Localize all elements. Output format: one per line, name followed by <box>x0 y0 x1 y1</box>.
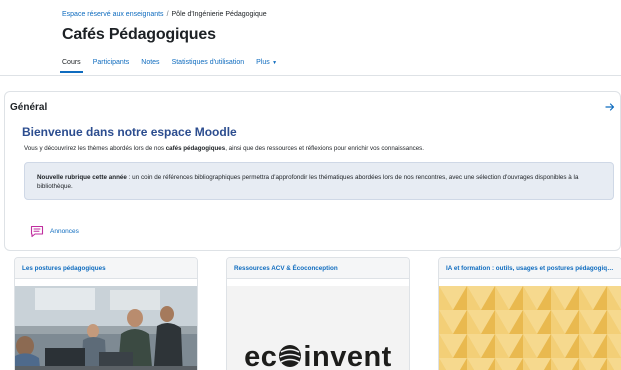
geometric-pattern <box>439 286 621 370</box>
notice-bold: Nouvelle rubrique cette année <box>37 174 127 181</box>
chevron-down-icon: ▼ <box>270 60 278 66</box>
tab-plus[interactable]: Plus ▼ <box>256 57 277 73</box>
forum-icon <box>30 225 44 238</box>
tabs-divider <box>0 75 621 76</box>
tab-statistiques[interactable]: Statistiques d'utilisation <box>172 57 245 73</box>
page-title: Cafés Pédagogiques <box>62 26 216 43</box>
course-card-acv[interactable]: Ressources ACV & Écoconception ec invent <box>226 257 410 370</box>
tab-participants[interactable]: Participants <box>93 57 130 73</box>
intro-bold: cafés pédagogiques <box>165 145 226 152</box>
breadcrumb-separator: / <box>166 11 169 18</box>
ecoinvent-logo: ec invent <box>244 341 392 370</box>
section-title: Général <box>10 102 48 113</box>
section-general: Général Bienvenue dans notre espace Mood… <box>4 91 621 251</box>
announcements-link[interactable]: Annonces <box>30 225 79 238</box>
breadcrumb-current: Pôle d'Ingénierie Pédagogique <box>171 11 267 18</box>
tab-notes[interactable]: Notes <box>141 57 159 73</box>
card-title[interactable]: IA et formation : outils, usages et post… <box>439 258 621 279</box>
new-section-notice: Nouvelle rubrique cette année : un coin … <box>24 162 614 200</box>
arrow-right-icon[interactable] <box>605 102 615 112</box>
course-card-postures[interactable]: Les postures pédagogiques <box>14 257 198 370</box>
tab-cours[interactable]: Cours <box>60 57 83 73</box>
classroom-photo <box>15 286 197 370</box>
breadcrumb-link-teachers-space[interactable]: Espace réservé aux enseignants <box>62 11 164 18</box>
ecoinvent-banner: ec invent <box>227 286 409 370</box>
card-title[interactable]: Les postures pédagogiques <box>15 258 197 279</box>
globe-icon <box>279 345 302 367</box>
welcome-heading: Bienvenue dans notre espace Moodle <box>22 125 237 139</box>
breadcrumb: Espace réservé aux enseignants / Pôle d'… <box>62 11 267 18</box>
intro-text: Vous y découvrirez les thèmes abordés lo… <box>24 145 424 152</box>
card-title[interactable]: Ressources ACV & Écoconception <box>227 258 409 279</box>
course-tabs: Cours Participants Notes Statistiques d'… <box>60 57 289 73</box>
course-card-ia[interactable]: IA et formation : outils, usages et post… <box>438 257 621 370</box>
announcements-label: Annonces <box>50 228 79 235</box>
